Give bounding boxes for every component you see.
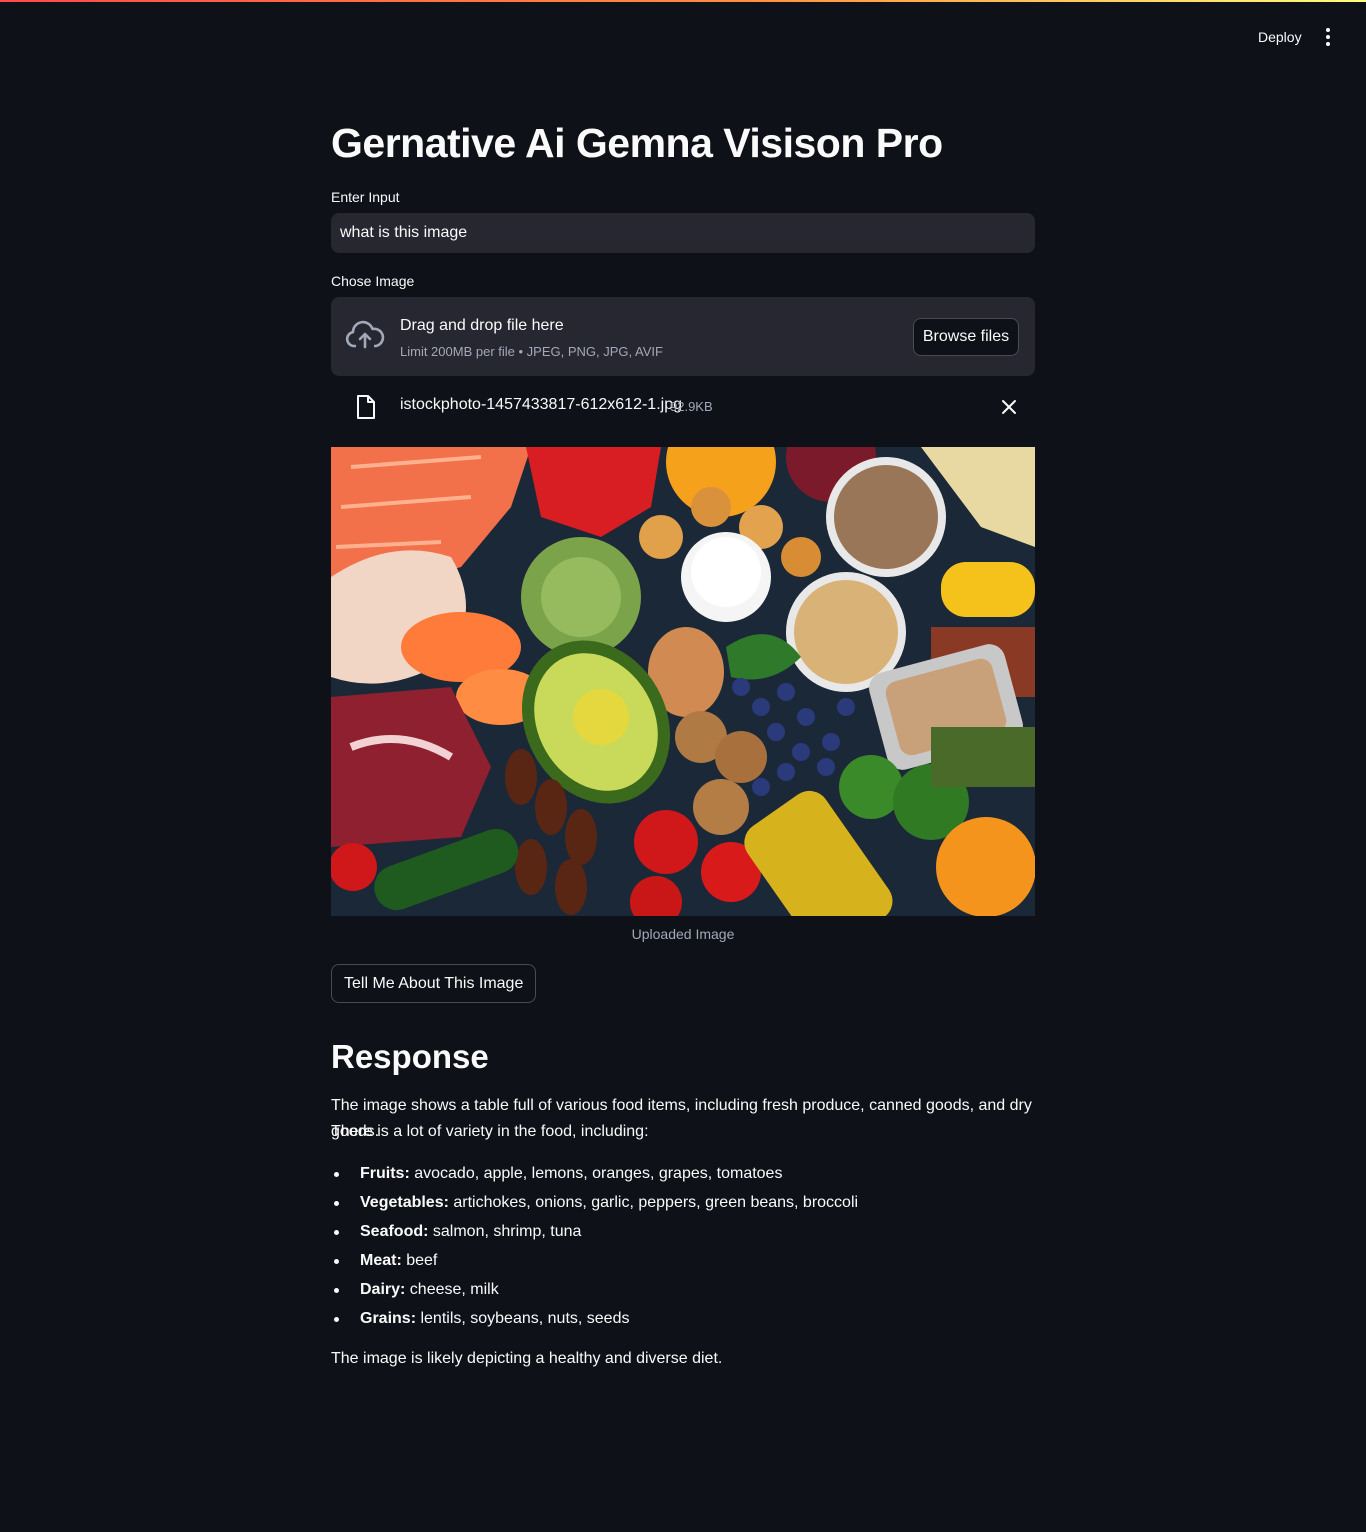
list-item: Meat: beef bbox=[331, 1247, 1035, 1276]
tell-me-about-image-button[interactable]: Tell Me About This Image bbox=[331, 964, 537, 1003]
food-photo bbox=[331, 447, 1035, 916]
list-item: Vegetables: artichokes, onions, garlic, … bbox=[331, 1189, 1035, 1218]
uploaded-file-row: istockphoto-1457433817-612x612-1.jpg 92.… bbox=[331, 388, 1035, 428]
item-label: Seafood: bbox=[360, 1223, 429, 1240]
close-icon[interactable] bbox=[999, 396, 1019, 418]
file-name: istockphoto-1457433817-612x612-1.jpg bbox=[400, 396, 682, 413]
item-text: beef bbox=[401, 1252, 438, 1269]
deploy-button[interactable]: Deploy bbox=[1248, 24, 1312, 50]
file-icon bbox=[357, 395, 375, 419]
item-label: Grains: bbox=[360, 1310, 417, 1327]
file-size: 92.9KB bbox=[670, 399, 713, 414]
cloud-upload-icon bbox=[345, 320, 385, 349]
item-text: cheese, milk bbox=[405, 1281, 499, 1298]
response-list: Fruits: avocado, apple, lemons, oranges,… bbox=[331, 1160, 1035, 1334]
vertical-ellipsis-icon[interactable] bbox=[1316, 24, 1340, 50]
item-label: Fruits: bbox=[360, 1165, 410, 1182]
dropzone-title: Drag and drop file here bbox=[400, 317, 564, 334]
uploader-label: Chose Image bbox=[331, 273, 415, 289]
dropzone-limits: Limit 200MB per file • JPEG, PNG, JPG, A… bbox=[400, 344, 663, 359]
item-text: avocado, apple, lemons, oranges, grapes,… bbox=[409, 1165, 783, 1182]
file-dropzone[interactable]: Drag and drop file here Limit 200MB per … bbox=[331, 297, 1035, 376]
input-label: Enter Input bbox=[331, 189, 400, 205]
item-text: lentils, soybeans, nuts, seeds bbox=[416, 1310, 630, 1327]
uploaded-image bbox=[331, 447, 1035, 916]
list-item: Grains: lentils, soybeans, nuts, seeds bbox=[331, 1305, 1035, 1334]
response-intro-line-2: There is a lot of variety in the food, i… bbox=[331, 1123, 649, 1140]
item-text: artichokes, onions, garlic, peppers, gre… bbox=[448, 1194, 859, 1211]
response-heading: Response bbox=[331, 1038, 489, 1075]
page-title: Gernative Ai Gemna Visison Pro bbox=[331, 120, 943, 166]
prompt-input[interactable] bbox=[331, 213, 1035, 253]
item-label: Dairy: bbox=[360, 1281, 406, 1298]
item-label: Meat: bbox=[360, 1252, 402, 1269]
list-item: Seafood: salmon, shrimp, tuna bbox=[331, 1218, 1035, 1247]
browse-files-button[interactable]: Browse files bbox=[913, 318, 1019, 356]
item-label: Vegetables: bbox=[360, 1194, 449, 1211]
image-caption: Uploaded Image bbox=[631, 926, 735, 942]
item-text: salmon, shrimp, tuna bbox=[428, 1223, 582, 1240]
list-item: Fruits: avocado, apple, lemons, oranges,… bbox=[331, 1160, 1035, 1189]
response-conclusion: The image is likely depicting a healthy … bbox=[331, 1350, 723, 1367]
list-item: Dairy: cheese, milk bbox=[331, 1276, 1035, 1305]
app-header: Deploy bbox=[0, 2, 1366, 62]
